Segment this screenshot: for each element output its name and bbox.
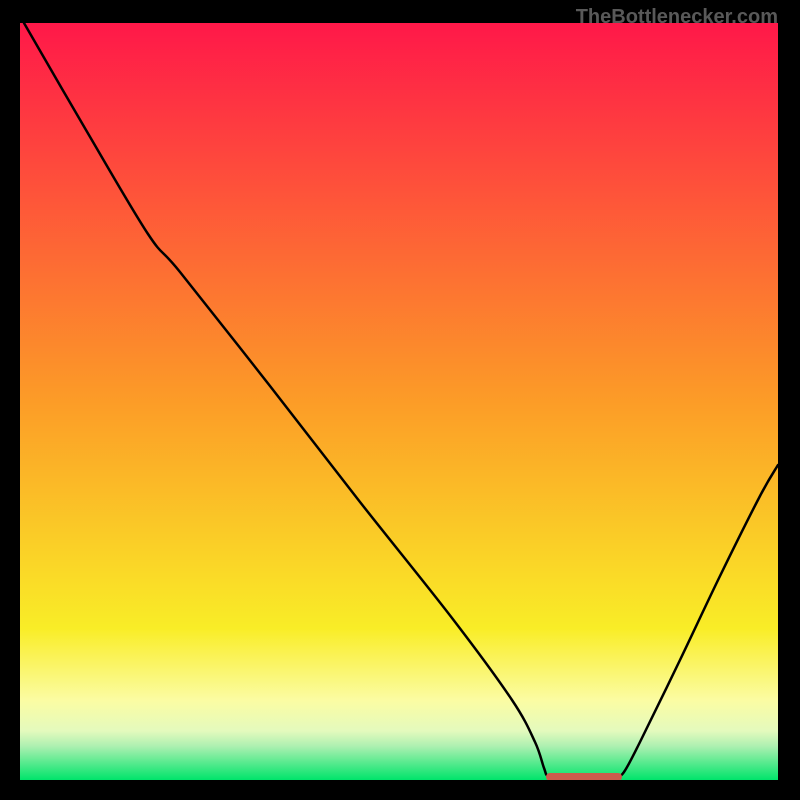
chart-root: TheBottlenecker.com (0, 0, 800, 800)
plot-area (20, 23, 778, 780)
watermark-text: TheBottlenecker.com (576, 6, 778, 29)
chart-svg (0, 0, 800, 800)
optimal-range-marker (546, 773, 622, 781)
